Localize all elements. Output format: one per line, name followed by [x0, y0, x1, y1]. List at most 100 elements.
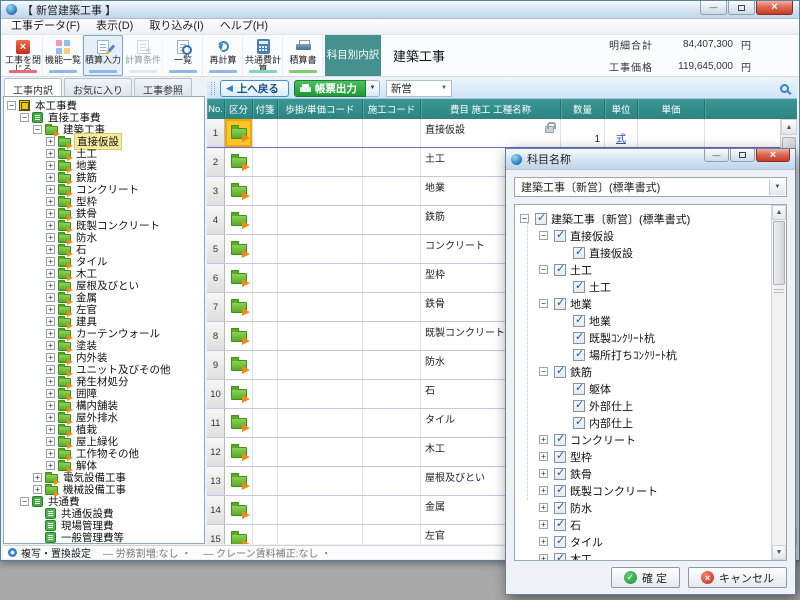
tab-detail-by-subject[interactable]: 科目別内訳 [325, 35, 381, 76]
category-cell[interactable] [225, 438, 253, 466]
tree-item[interactable]: +屋外排水 [4, 411, 204, 423]
toolbar-button-entry-input[interactable]: 積算入力 [83, 35, 123, 76]
construction-code-cell[interactable] [363, 264, 421, 292]
expander-icon[interactable]: + [46, 173, 55, 182]
tree-item[interactable]: +屋根及びとい [4, 279, 204, 291]
expander-icon[interactable]: + [46, 233, 55, 242]
unit-price-code-cell[interactable] [278, 206, 363, 234]
dialog-tree-item[interactable]: 場所打ちｺﾝｸﾘｰﾄ杭 [515, 346, 786, 363]
row-number-cell[interactable]: 10 [207, 380, 225, 408]
minimize-button[interactable] [700, 1, 727, 15]
checkbox[interactable] [554, 366, 566, 378]
expander-icon[interactable]: + [33, 485, 42, 494]
expander-icon[interactable]: + [46, 317, 55, 326]
checkbox[interactable] [573, 383, 585, 395]
unit-price-code-cell[interactable] [278, 380, 363, 408]
dialog-tree-item[interactable]: −土工 [515, 261, 786, 278]
toolbar-button-function-list[interactable]: 機能一覧 [43, 35, 83, 76]
row-number-cell[interactable]: 2 [207, 148, 225, 176]
toolbar-button-recalculate[interactable]: 再計算 [203, 35, 243, 76]
dialog-tree-item[interactable]: 内部仕上 [515, 414, 786, 431]
expander-icon[interactable]: − [539, 231, 548, 240]
tree-item[interactable]: +発生材処分 [4, 375, 204, 387]
checkbox[interactable] [554, 230, 566, 242]
dialog-tree-item[interactable]: −直接仮設 [515, 227, 786, 244]
work-type-name-cell[interactable]: 直接仮設 [421, 119, 561, 147]
expander-icon[interactable]: + [539, 537, 548, 546]
category-cell[interactable] [225, 525, 253, 544]
tree-item[interactable]: +カーテンウォール [4, 327, 204, 339]
dialog-minimize-button[interactable] [704, 149, 729, 162]
checkbox[interactable] [573, 349, 585, 361]
category-cell[interactable] [225, 148, 253, 176]
construction-code-cell[interactable] [363, 148, 421, 176]
category-cell[interactable] [225, 409, 253, 437]
expander-icon[interactable]: + [46, 281, 55, 290]
search-icon[interactable] [780, 84, 789, 93]
expander-icon[interactable]: + [539, 452, 548, 461]
toolbar-button-close-project[interactable]: 工事を閉じる [3, 35, 43, 76]
checkbox[interactable] [554, 536, 566, 548]
expander-icon[interactable]: − [20, 497, 29, 506]
expander-icon[interactable]: + [46, 425, 55, 434]
scroll-up-icon[interactable]: ▲ [772, 205, 786, 220]
toolbar-button-estimate-print[interactable]: 積算書 [283, 35, 323, 76]
checkbox[interactable] [535, 213, 547, 225]
expander-icon[interactable]: + [46, 389, 55, 398]
category-cell[interactable] [225, 351, 253, 379]
tree-item[interactable]: +工作物その他 [4, 447, 204, 459]
toolbar-button-list-view[interactable]: 一覧 [163, 35, 203, 76]
category-cell[interactable] [225, 235, 253, 263]
expander-icon[interactable]: + [539, 503, 548, 512]
expander-icon[interactable]: + [46, 377, 55, 386]
sticky-note-cell[interactable] [253, 119, 278, 147]
dialog-tree-item[interactable]: +鉄骨 [515, 465, 786, 482]
dialog-tree-item[interactable]: 外部仕上 [515, 397, 786, 414]
dialog-tree-item[interactable]: +防水 [515, 499, 786, 516]
dialog-maximize-button[interactable] [730, 149, 755, 162]
copy-replace-settings[interactable]: 複写・置換設定 [8, 545, 91, 560]
chevron-down-icon[interactable]: ▼ [769, 179, 785, 195]
back-up-button[interactable]: ◀ 上へ戻る [220, 80, 289, 97]
construction-code-cell[interactable] [363, 235, 421, 263]
row-number-cell[interactable]: 13 [207, 467, 225, 495]
expander-icon[interactable]: + [46, 413, 55, 422]
tree-item[interactable]: +タイル [4, 255, 204, 267]
expander-icon[interactable]: + [33, 473, 42, 482]
tree-panel-tab[interactable]: お気に入り [64, 78, 132, 96]
table-row[interactable]: 1直接仮設1式 [207, 119, 797, 148]
sticky-note-cell[interactable] [253, 293, 278, 321]
expander-icon[interactable]: + [46, 449, 55, 458]
sticky-note-cell[interactable] [253, 525, 278, 544]
construction-code-cell[interactable] [363, 409, 421, 437]
dialog-tree-item[interactable]: 躯体 [515, 380, 786, 397]
construction-code-cell[interactable] [363, 206, 421, 234]
checkbox[interactable] [554, 485, 566, 497]
sticky-note-cell[interactable] [253, 380, 278, 408]
dialog-tree-item[interactable]: −地業 [515, 295, 786, 312]
tree-item[interactable]: 一般管理費等 [4, 531, 204, 543]
tree-item[interactable]: +防水 [4, 231, 204, 243]
quantity-cell[interactable]: 1 [561, 119, 605, 147]
report-style-combobox[interactable]: 新営 ▼ [386, 80, 452, 97]
dialog-tree-item[interactable]: −建築工事〔新営〕(標準書式) [515, 210, 786, 227]
category-cell[interactable] [225, 467, 253, 495]
expander-icon[interactable]: + [46, 149, 55, 158]
expander-icon[interactable]: + [46, 245, 55, 254]
scroll-down-icon[interactable]: ▼ [772, 545, 786, 560]
dialog-scrollbar[interactable]: ▲ ▼ [771, 205, 786, 560]
expander-icon[interactable]: − [539, 265, 548, 274]
category-cell[interactable] [225, 496, 253, 524]
dialog-close-button[interactable] [756, 149, 790, 162]
unit-price-code-cell[interactable] [278, 467, 363, 495]
expander-icon[interactable]: + [539, 520, 548, 529]
expander-icon[interactable]: + [46, 401, 55, 410]
expander-icon[interactable]: + [46, 329, 55, 338]
unit-price-code-cell[interactable] [278, 264, 363, 292]
row-number-cell[interactable]: 9 [207, 351, 225, 379]
sticky-note-cell[interactable] [253, 177, 278, 205]
format-combobox[interactable]: 建築工事〔新営〕(標準書式) ▼ [514, 177, 787, 197]
dialog-tree-item[interactable]: +コンクリート [515, 431, 786, 448]
expander-icon[interactable]: + [46, 257, 55, 266]
unit-price-code-cell[interactable] [278, 351, 363, 379]
